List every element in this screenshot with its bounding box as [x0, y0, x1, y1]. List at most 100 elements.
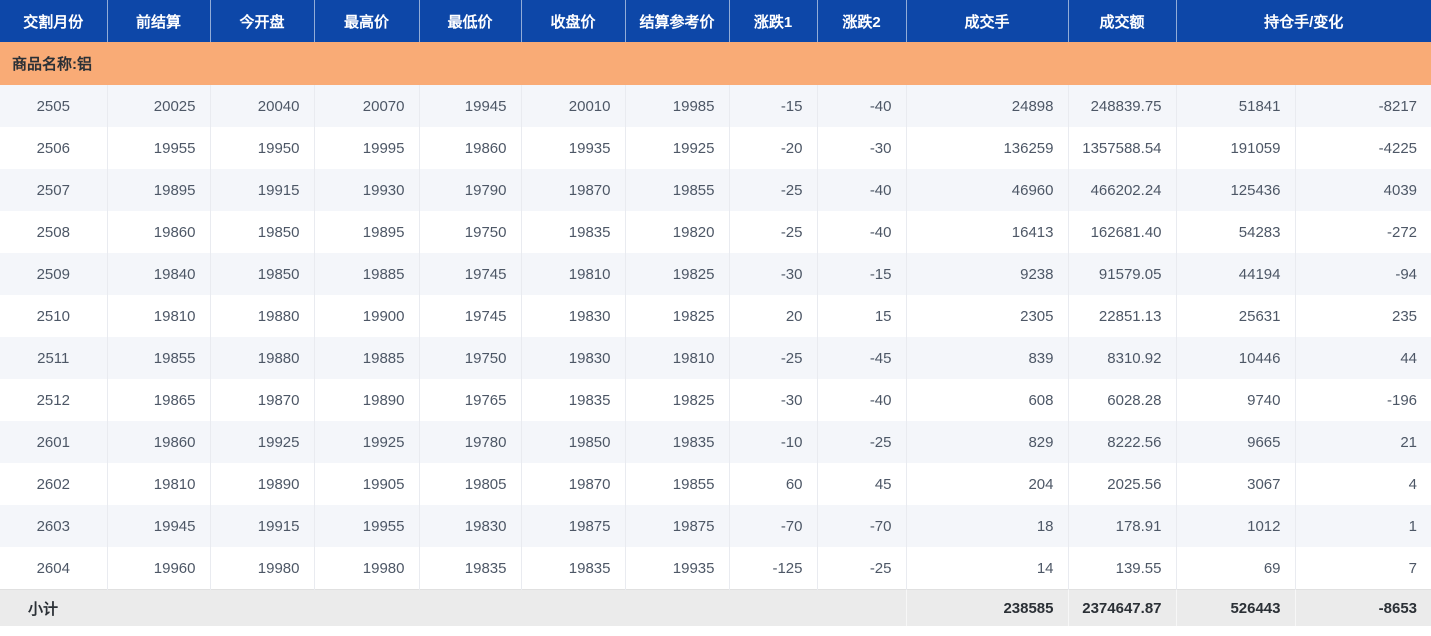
cell-oi-change: 235 — [1295, 295, 1431, 337]
cell-prev-settlement: 19810 — [107, 295, 210, 337]
cell-open: 19950 — [210, 127, 314, 169]
col-header-prev-settlement: 前结算 — [107, 0, 210, 42]
cell-close: 19835 — [521, 211, 625, 253]
col-header-close: 收盘价 — [521, 0, 625, 42]
cell-change1: -25 — [729, 337, 817, 379]
cell-oi-change: -272 — [1295, 211, 1431, 253]
table-row: 2601 19860 19925 19925 19780 19850 19835… — [0, 421, 1431, 463]
cell-open: 19980 — [210, 547, 314, 590]
cell-low: 19780 — [419, 421, 521, 463]
subtotal-volume: 238585 — [906, 590, 1068, 627]
cell-change2: -25 — [817, 547, 906, 590]
cell-prev-settlement: 19810 — [107, 463, 210, 505]
cell-open-interest: 125436 — [1176, 169, 1295, 211]
col-header-open: 今开盘 — [210, 0, 314, 42]
cell-open: 19850 — [210, 211, 314, 253]
cell-high: 19955 — [314, 505, 419, 547]
col-header-turnover: 成交额 — [1068, 0, 1176, 42]
cell-low: 19750 — [419, 211, 521, 253]
cell-volume: 24898 — [906, 85, 1068, 127]
cell-oi-change: -196 — [1295, 379, 1431, 421]
cell-settlement-ref: 19825 — [625, 253, 729, 295]
cell-high: 19885 — [314, 253, 419, 295]
cell-open-interest: 10446 — [1176, 337, 1295, 379]
cell-high: 19930 — [314, 169, 419, 211]
cell-change1: -25 — [729, 211, 817, 253]
cell-high: 19895 — [314, 211, 419, 253]
cell-change1: -125 — [729, 547, 817, 590]
cell-open-interest: 54283 — [1176, 211, 1295, 253]
cell-volume: 46960 — [906, 169, 1068, 211]
cell-low: 19835 — [419, 547, 521, 590]
cell-volume: 2305 — [906, 295, 1068, 337]
subtotal-label: 小计 — [0, 590, 906, 627]
table-row: 2505 20025 20040 20070 19945 20010 19985… — [0, 85, 1431, 127]
cell-volume: 16413 — [906, 211, 1068, 253]
cell-change2: -40 — [817, 211, 906, 253]
commodity-name-label: 商品名称:铝 — [0, 42, 1431, 85]
cell-close: 19810 — [521, 253, 625, 295]
cell-prev-settlement: 19955 — [107, 127, 210, 169]
cell-low: 19805 — [419, 463, 521, 505]
cell-volume: 829 — [906, 421, 1068, 463]
col-header-low: 最低价 — [419, 0, 521, 42]
subtotal-change: -8653 — [1295, 590, 1431, 627]
cell-close: 19935 — [521, 127, 625, 169]
col-header-change1: 涨跌1 — [729, 0, 817, 42]
cell-turnover: 248839.75 — [1068, 85, 1176, 127]
cell-delivery-month: 2506 — [0, 127, 107, 169]
cell-settlement-ref: 19935 — [625, 547, 729, 590]
cell-change2: 45 — [817, 463, 906, 505]
cell-low: 19790 — [419, 169, 521, 211]
col-header-high: 最高价 — [314, 0, 419, 42]
cell-open: 19870 — [210, 379, 314, 421]
cell-prev-settlement: 19960 — [107, 547, 210, 590]
cell-turnover: 466202.24 — [1068, 169, 1176, 211]
cell-change1: 60 — [729, 463, 817, 505]
cell-oi-change: 4039 — [1295, 169, 1431, 211]
cell-close: 19830 — [521, 337, 625, 379]
cell-change2: -30 — [817, 127, 906, 169]
cell-change1: -30 — [729, 379, 817, 421]
cell-change1: 20 — [729, 295, 817, 337]
col-header-delivery-month: 交割月份 — [0, 0, 107, 42]
col-header-settlement-ref: 结算参考价 — [625, 0, 729, 42]
cell-change2: -70 — [817, 505, 906, 547]
cell-settlement-ref: 19925 — [625, 127, 729, 169]
cell-turnover: 178.91 — [1068, 505, 1176, 547]
cell-turnover: 91579.05 — [1068, 253, 1176, 295]
cell-delivery-month: 2510 — [0, 295, 107, 337]
cell-settlement-ref: 19810 — [625, 337, 729, 379]
cell-volume: 608 — [906, 379, 1068, 421]
cell-close: 19870 — [521, 169, 625, 211]
cell-open-interest: 25631 — [1176, 295, 1295, 337]
cell-oi-change: 4 — [1295, 463, 1431, 505]
cell-turnover: 6028.28 — [1068, 379, 1176, 421]
cell-prev-settlement: 20025 — [107, 85, 210, 127]
cell-prev-settlement: 19860 — [107, 421, 210, 463]
cell-change2: -25 — [817, 421, 906, 463]
cell-high: 20070 — [314, 85, 419, 127]
table-row: 2509 19840 19850 19885 19745 19810 19825… — [0, 253, 1431, 295]
header-row: 交割月份 前结算 今开盘 最高价 最低价 收盘价 结算参考价 涨跌1 涨跌2 成… — [0, 0, 1431, 42]
table-row: 2507 19895 19915 19930 19790 19870 19855… — [0, 169, 1431, 211]
cell-prev-settlement: 19945 — [107, 505, 210, 547]
cell-change2: -45 — [817, 337, 906, 379]
cell-open-interest: 1012 — [1176, 505, 1295, 547]
table-row: 2508 19860 19850 19895 19750 19835 19820… — [0, 211, 1431, 253]
cell-volume: 14 — [906, 547, 1068, 590]
cell-close: 20010 — [521, 85, 625, 127]
cell-high: 19925 — [314, 421, 419, 463]
cell-prev-settlement: 19840 — [107, 253, 210, 295]
cell-change1: -30 — [729, 253, 817, 295]
cell-turnover: 8222.56 — [1068, 421, 1176, 463]
cell-oi-change: 7 — [1295, 547, 1431, 590]
cell-change1: -25 — [729, 169, 817, 211]
cell-close: 19835 — [521, 379, 625, 421]
cell-delivery-month: 2603 — [0, 505, 107, 547]
subtotal-row: 小计 238585 2374647.87 526443 -8653 — [0, 590, 1431, 627]
cell-open-interest: 3067 — [1176, 463, 1295, 505]
futures-daily-quotes-page: 交割月份 前结算 今开盘 最高价 最低价 收盘价 结算参考价 涨跌1 涨跌2 成… — [0, 0, 1431, 636]
cell-prev-settlement: 19895 — [107, 169, 210, 211]
cell-delivery-month: 2601 — [0, 421, 107, 463]
